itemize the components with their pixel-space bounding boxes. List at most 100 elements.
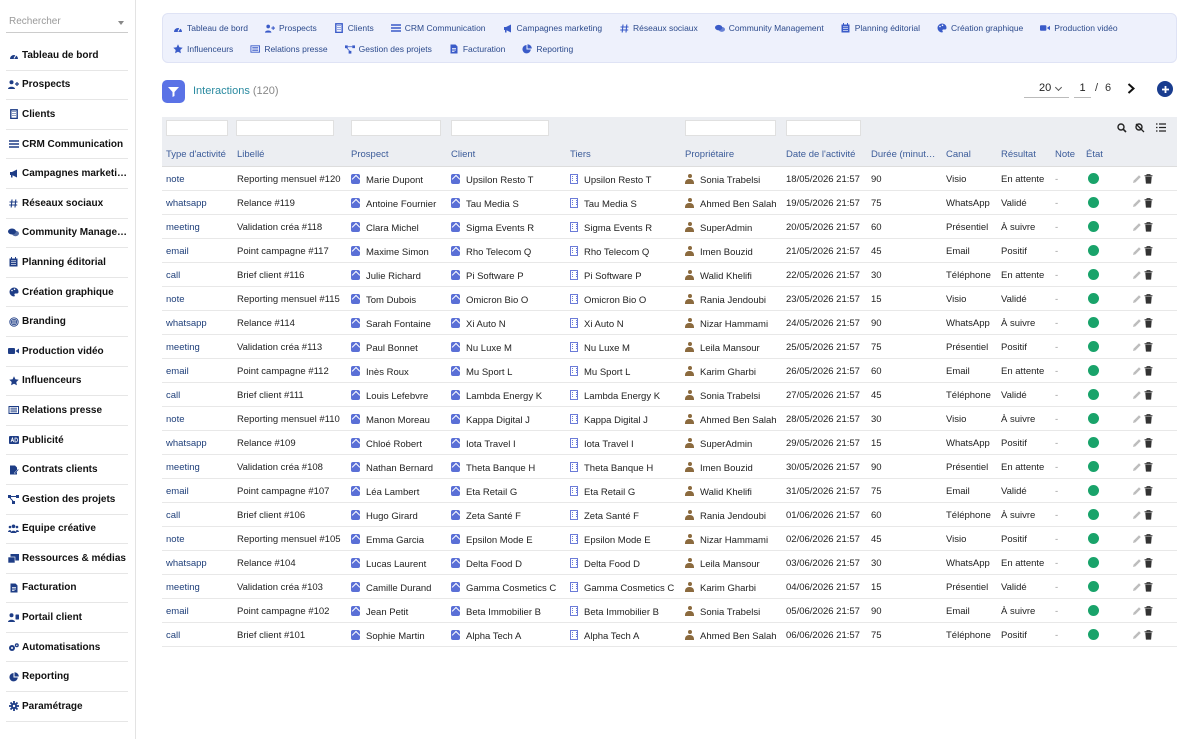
table-cell[interactable]: Lucas Laurent (351, 558, 449, 570)
trash-icon[interactable] (1143, 581, 1154, 592)
top-nav-item-row1-4[interactable]: Campagnes marketing (503, 23, 602, 33)
table-row[interactable]: whatsapp Relance #109 Chloé Robert Iota Tra… (162, 431, 1177, 455)
sidebar-item-10[interactable]: Production vidéo (6, 337, 128, 367)
column-header-3[interactable]: Client (451, 149, 567, 160)
table-cell[interactable]: Nu Luxe M (451, 342, 567, 354)
column-header-1[interactable]: Libellé (237, 149, 349, 160)
filter-type-input[interactable] (166, 120, 228, 136)
column-header-9[interactable]: Résultat (1001, 149, 1053, 160)
table-row[interactable]: whatsapp Relance #114 Sarah Fontaine Xi Aut… (162, 311, 1177, 335)
table-cell[interactable]: Inès Roux (351, 366, 449, 378)
column-header-6[interactable]: Date de l'activité (786, 149, 870, 160)
edit-icon[interactable] (1131, 317, 1142, 328)
edit-icon[interactable] (1131, 533, 1142, 544)
table-row[interactable]: email Point campagne #107 Léa Lambert Eta R… (162, 479, 1177, 503)
sidebar-item-13[interactable]: Publicité (6, 426, 128, 456)
sidebar-item-5[interactable]: Réseaux sociaux (6, 189, 128, 219)
table-cell[interactable]: Tom Dubois (351, 294, 449, 306)
sidebar-item-21[interactable]: Reporting (6, 662, 128, 693)
table-cell[interactable]: Tau Media S (451, 198, 567, 210)
table-cell[interactable]: Iota Travel I (570, 438, 683, 450)
sidebar-item-0[interactable]: Tableau de bord (6, 41, 128, 71)
table-cell[interactable]: Gamma Cosmetics C (570, 582, 683, 594)
column-header-11[interactable]: État (1086, 149, 1116, 160)
edit-icon[interactable] (1131, 413, 1142, 424)
top-nav-item-row2-2[interactable]: Gestion des projets (344, 44, 432, 54)
sidebar-item-15[interactable]: Gestion des projets (6, 485, 128, 515)
table-cell[interactable]: Mu Sport L (451, 366, 567, 378)
table-cell[interactable]: Gamma Cosmetics C (451, 582, 567, 594)
table-cell[interactable]: Alpha Tech A (451, 630, 567, 642)
top-nav-item-row2-3[interactable]: Facturation (449, 44, 505, 54)
table-row[interactable]: whatsapp Relance #104 Lucas Laurent Delta F… (162, 551, 1177, 575)
edit-icon[interactable] (1131, 221, 1142, 232)
trash-icon[interactable] (1143, 533, 1154, 544)
top-nav-item-row1-2[interactable]: Clients (334, 23, 374, 33)
sidebar-item-1[interactable]: Prospects (6, 71, 128, 101)
table-cell[interactable]: Julie Richard (351, 270, 449, 282)
sidebar-item-7[interactable]: Planning éditorial (6, 248, 128, 278)
table-cell[interactable]: Eta Retail G (451, 486, 567, 498)
table-cell[interactable]: Nathan Bernard (351, 462, 449, 474)
sidebar-item-2[interactable]: Clients (6, 100, 128, 130)
edit-icon[interactable] (1131, 341, 1142, 352)
table-cell[interactable]: Omicron Bio O (451, 294, 567, 306)
trash-icon[interactable] (1143, 389, 1154, 400)
table-row[interactable]: call Brief client #101 Sophie Martin Alpha … (162, 623, 1177, 647)
table-cell[interactable]: Sigma Events R (570, 222, 683, 234)
table-cell[interactable]: Alpha Tech A (570, 630, 683, 642)
table-cell[interactable]: Emma Garcia (351, 534, 449, 546)
column-header-4[interactable]: Tiers (570, 149, 683, 160)
table-cell[interactable]: Eta Retail G (570, 486, 683, 498)
sidebar-item-9[interactable]: Branding (6, 307, 128, 337)
top-nav-item-row2-4[interactable]: Reporting (522, 44, 573, 54)
sidebar-item-19[interactable]: Portail client (6, 603, 128, 633)
caret-down-icon[interactable] (118, 21, 124, 25)
table-row[interactable]: meeting Validation créa #103 Camille Duran… (162, 575, 1177, 599)
column-header-10[interactable]: Note (1055, 149, 1083, 160)
table-cell[interactable]: Clara Michel (351, 222, 449, 234)
edit-icon[interactable] (1131, 269, 1142, 280)
sidebar-item-12[interactable]: Relations presse (6, 396, 128, 426)
sidebar-item-11[interactable]: Influenceurs (6, 367, 128, 397)
edit-icon[interactable] (1131, 461, 1142, 472)
edit-icon[interactable] (1131, 485, 1142, 496)
table-cell[interactable]: Sophie Martin (351, 630, 449, 642)
table-row[interactable]: call Brief client #111 Louis Lefebvre Lambd… (162, 383, 1177, 407)
table-cell[interactable]: Sarah Fontaine (351, 318, 449, 330)
add-interaction-button[interactable] (1157, 81, 1173, 97)
trash-icon[interactable] (1143, 509, 1154, 520)
top-nav-item-row1-8[interactable]: Création graphique (937, 23, 1023, 33)
search-input[interactable]: Rechercher (6, 13, 128, 33)
trash-icon[interactable] (1143, 317, 1154, 328)
table-cell[interactable]: Chloé Robert (351, 438, 449, 450)
top-nav-item-row2-1[interactable]: Relations presse (250, 44, 328, 54)
trash-icon[interactable] (1143, 197, 1154, 208)
top-nav-item-row1-3[interactable]: CRM Communication (390, 23, 486, 33)
table-cell[interactable]: Xi Auto N (451, 318, 567, 330)
table-row[interactable]: call Brief client #106 Hugo Girard Zeta San… (162, 503, 1177, 527)
edit-icon[interactable] (1131, 365, 1142, 376)
edit-icon[interactable] (1131, 173, 1142, 184)
column-header-2[interactable]: Prospect (351, 149, 449, 160)
edit-icon[interactable] (1131, 437, 1142, 448)
trash-icon[interactable] (1143, 557, 1154, 568)
top-nav-item-row1-6[interactable]: Community Management (714, 23, 824, 33)
sidebar-item-18[interactable]: Facturation (6, 574, 128, 604)
sidebar-item-6[interactable]: Community Management (6, 219, 128, 249)
filter-client-input[interactable] (451, 120, 549, 136)
table-row[interactable]: note Reporting mensuel #110 Manon Moreau Ka… (162, 407, 1177, 431)
sidebar-item-20[interactable]: Automatisations (6, 633, 128, 663)
table-row[interactable]: email Point campagne #112 Inès Roux Mu Spor… (162, 359, 1177, 383)
sidebar-item-16[interactable]: Équipe créative (6, 515, 128, 545)
edit-icon[interactable] (1131, 197, 1142, 208)
sidebar-item-22[interactable]: Paramétrage (6, 692, 128, 722)
table-row[interactable]: email Point campagne #102 Jean Petit Beta I… (162, 599, 1177, 623)
table-cell[interactable]: Epsilon Mode E (451, 534, 567, 546)
filter-prospect-input[interactable] (351, 120, 441, 136)
table-cell[interactable]: Jean Petit (351, 606, 449, 618)
table-cell[interactable]: Lambda Energy K (570, 390, 683, 402)
table-cell[interactable]: Xi Auto N (570, 318, 683, 330)
column-header-8[interactable]: Canal (946, 149, 999, 160)
table-row[interactable]: meeting Validation créa #113 Paul Bonnet Nu… (162, 335, 1177, 359)
